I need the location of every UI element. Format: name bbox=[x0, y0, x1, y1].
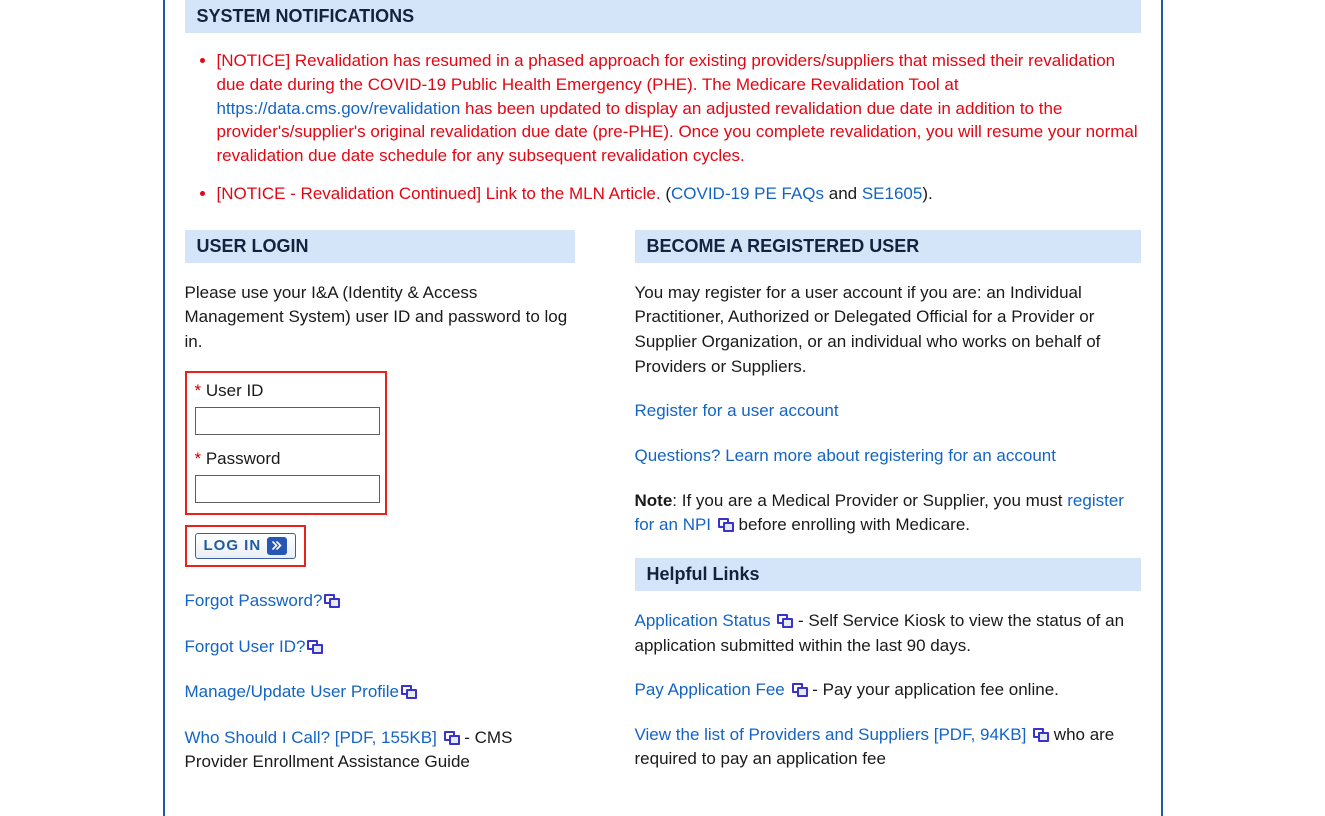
revalidation-tool-link[interactable]: https://data.cms.gov/revalidation bbox=[217, 99, 461, 118]
external-link-icon bbox=[401, 685, 417, 699]
become-registered-user-heading: BECOME A REGISTERED USER bbox=[635, 230, 1141, 263]
user-login-heading: USER LOGIN bbox=[185, 230, 575, 263]
helpful-item: View the list of Providers and Suppliers… bbox=[635, 723, 1141, 772]
password-input[interactable] bbox=[195, 475, 380, 503]
external-link-icon bbox=[324, 594, 340, 608]
register-account-link[interactable]: Register for a user account bbox=[635, 401, 839, 420]
helpful-item: Pay Application Fee - Pay your applicati… bbox=[635, 678, 1141, 703]
covid-faqs-link[interactable]: COVID-19 PE FAQs bbox=[671, 184, 824, 203]
external-link-icon bbox=[718, 518, 734, 532]
helpful-links-heading: Helpful Links bbox=[635, 558, 1141, 591]
login-button[interactable]: LOG IN bbox=[195, 533, 297, 559]
password-label-text: Password bbox=[201, 449, 280, 468]
chevron-right-icon bbox=[267, 537, 287, 555]
questions-link[interactable]: Questions? Learn more about registering … bbox=[635, 446, 1056, 465]
notice-item: [NOTICE - Revalidation Continued] Link t… bbox=[217, 182, 1141, 206]
notice-text: [NOTICE - Revalidation Continued] Link t… bbox=[217, 184, 666, 203]
external-link-icon bbox=[1033, 728, 1049, 742]
forgot-password-link[interactable]: Forgot Password? bbox=[185, 591, 323, 610]
note-suffix: before enrolling with Medicare. bbox=[734, 515, 970, 534]
password-label: * Password bbox=[195, 449, 377, 469]
external-link-icon bbox=[444, 731, 460, 745]
system-notifications: [NOTICE] Revalidation has resumed in a p… bbox=[185, 49, 1141, 206]
login-button-highlight: LOG IN bbox=[185, 525, 307, 567]
notice-close: ). bbox=[922, 184, 932, 203]
user-id-label-text: User ID bbox=[201, 381, 263, 400]
notice-text: [NOTICE] Revalidation has resumed in a p… bbox=[217, 51, 1116, 94]
system-notifications-heading: SYSTEM NOTIFICATIONS bbox=[185, 0, 1141, 33]
external-link-icon bbox=[777, 614, 793, 628]
note-paragraph: Note: If you are a Medical Provider or S… bbox=[635, 489, 1141, 538]
notice-item: [NOTICE] Revalidation has resumed in a p… bbox=[217, 49, 1141, 168]
external-link-icon bbox=[307, 640, 323, 654]
pay-application-fee-desc: - Pay your application fee online. bbox=[808, 680, 1059, 699]
user-id-label: * User ID bbox=[195, 381, 377, 401]
helpful-item: Application Status - Self Service Kiosk … bbox=[635, 609, 1141, 658]
forgot-user-id-link[interactable]: Forgot User ID? bbox=[185, 637, 306, 656]
notice-mid: and bbox=[824, 184, 862, 203]
login-instruction: Please use your I&A (Identity & Access M… bbox=[185, 281, 575, 355]
se1605-link[interactable]: SE1605 bbox=[862, 184, 923, 203]
login-button-label: LOG IN bbox=[204, 537, 262, 554]
register-intro: You may register for a user account if y… bbox=[635, 281, 1141, 380]
login-help-links: Forgot Password? Forgot User ID? Manage/… bbox=[185, 589, 575, 774]
view-list-link[interactable]: View the list of Providers and Suppliers… bbox=[635, 725, 1027, 744]
pay-application-fee-link[interactable]: Pay Application Fee bbox=[635, 680, 785, 699]
note-text: : If you are a Medical Provider or Suppl… bbox=[672, 491, 1067, 510]
credentials-box: * User ID * Password bbox=[185, 371, 387, 515]
note-label: Note bbox=[635, 491, 673, 510]
manage-profile-link[interactable]: Manage/Update User Profile bbox=[185, 682, 400, 701]
application-status-link[interactable]: Application Status bbox=[635, 611, 771, 630]
external-link-icon bbox=[792, 683, 808, 697]
user-id-input[interactable] bbox=[195, 407, 380, 435]
who-should-i-call-link[interactable]: Who Should I Call? [PDF, 155KB] bbox=[185, 728, 437, 747]
